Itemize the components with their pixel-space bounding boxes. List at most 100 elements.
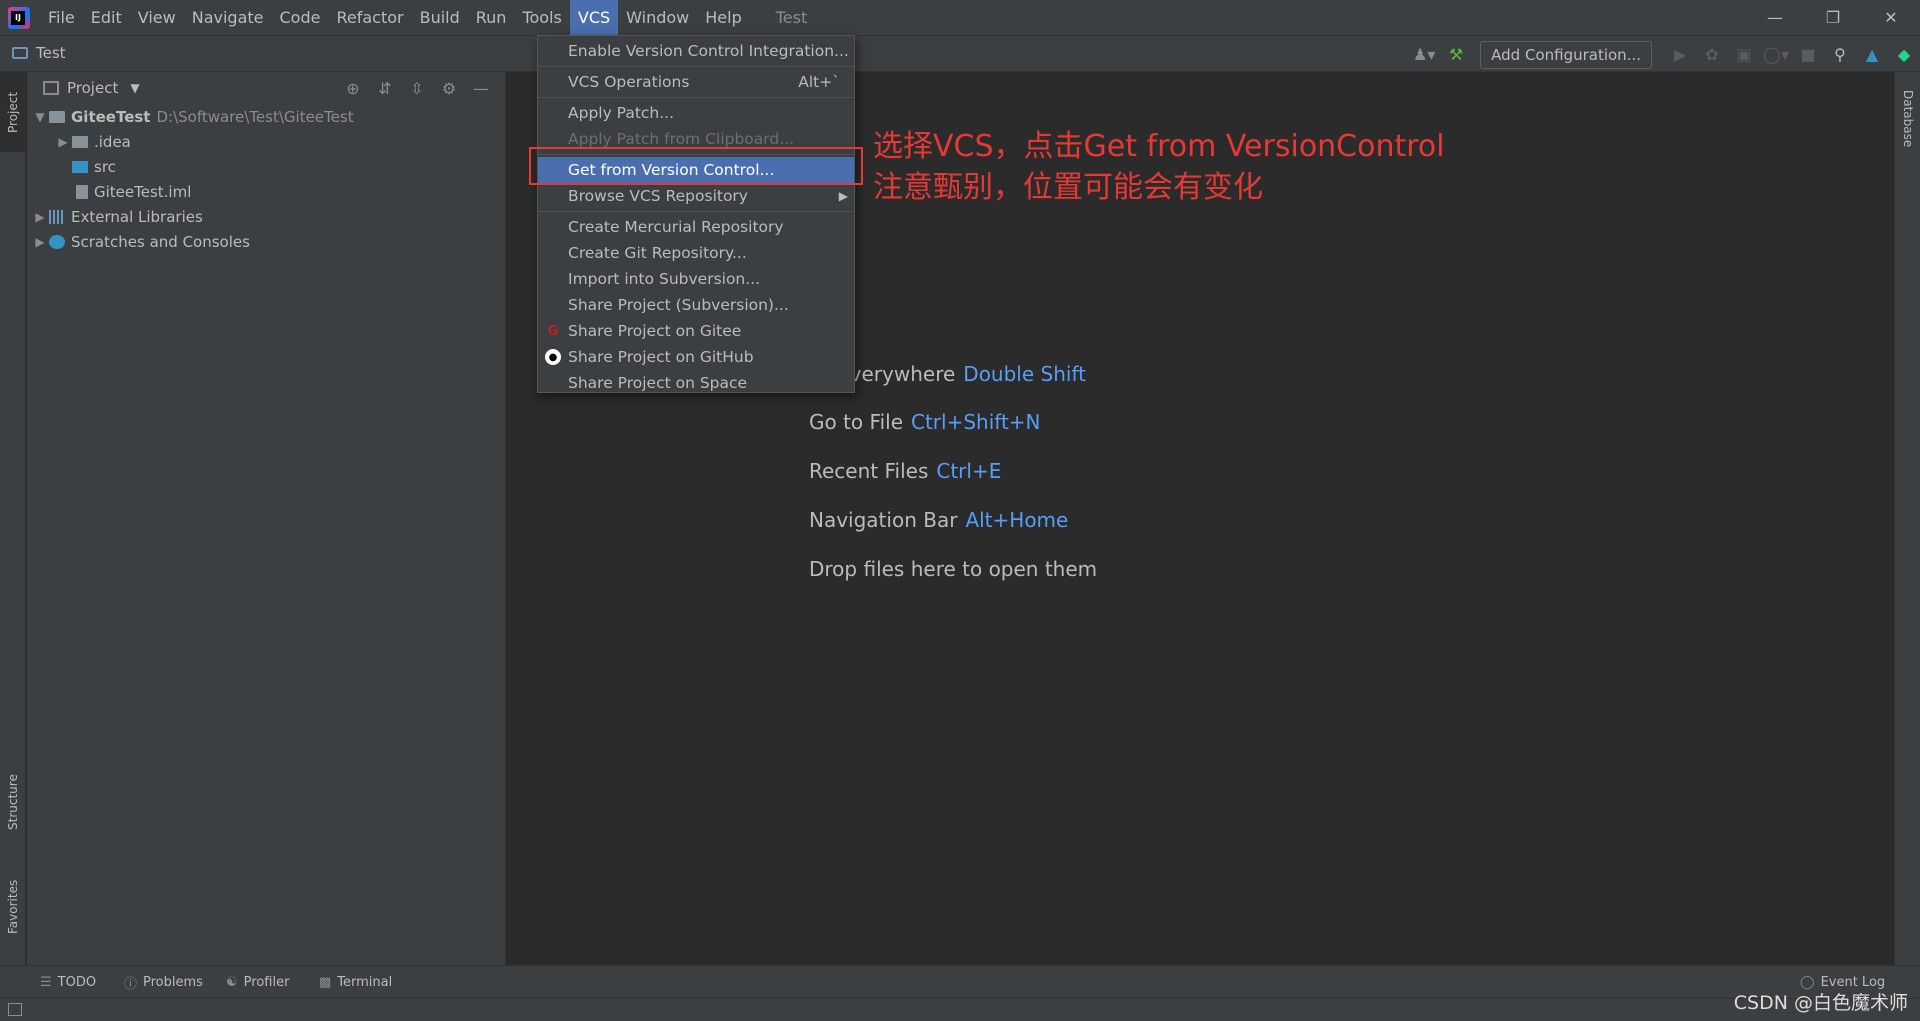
status-bar xyxy=(0,998,1920,1021)
build-hammer-icon[interactable]: ⚒ xyxy=(1440,36,1472,73)
chevron-right-icon[interactable]: ▶ xyxy=(31,235,49,249)
menu-vcs[interactable]: VCS xyxy=(569,0,619,35)
menu-refactor[interactable]: Refactor xyxy=(328,0,411,35)
menu-item-share-github[interactable]: ● Share Project on GitHub xyxy=(538,344,854,370)
menu-item-label: Enable Version Control Integration... xyxy=(568,42,849,60)
collapse-all-icon[interactable]: ⇳ xyxy=(401,79,433,98)
menu-build[interactable]: Build xyxy=(412,0,468,35)
menu-run[interactable]: Run xyxy=(468,0,515,35)
menu-item-enable-vc[interactable]: Enable Version Control Integration... xyxy=(538,38,854,64)
chevron-right-icon[interactable]: ▶ xyxy=(54,135,72,149)
menu-item-label: Create Mercurial Repository xyxy=(568,218,784,236)
menu-code[interactable]: Code xyxy=(272,0,329,35)
run-toolbar: ♟▾ ⚒ Add Configuration... ▶ ✿ ▣ ◯▾ ■ ⚲ ▲… xyxy=(1408,36,1920,73)
chevron-down-icon[interactable]: ▼ xyxy=(130,81,139,95)
chevron-right-icon[interactable]: ▶ xyxy=(31,210,49,224)
menu-item-label: Create Git Repository... xyxy=(568,244,747,262)
jetbrains-toolbox-icon[interactable]: ◆ xyxy=(1888,36,1920,73)
project-folder-icon xyxy=(12,47,28,59)
menu-edit[interactable]: Edit xyxy=(83,0,130,35)
profiler-tab[interactable]: ☯ Profiler xyxy=(226,966,289,999)
menu-item-apply-patch[interactable]: Apply Patch... xyxy=(538,100,854,126)
iml-file-icon xyxy=(76,184,88,199)
menu-file[interactable]: File xyxy=(40,0,83,35)
debug-icon[interactable]: ✿ xyxy=(1696,36,1728,73)
tree-root-name: GiteeTest xyxy=(71,107,151,126)
menu-separator xyxy=(538,66,854,67)
menu-tools[interactable]: Tools xyxy=(514,0,569,35)
menu-window[interactable]: Window xyxy=(618,0,697,35)
tree-row[interactable]: src xyxy=(27,154,505,179)
profile-icon[interactable]: ◯▾ xyxy=(1760,36,1792,73)
hint-go-to-file: Go to File Ctrl+Shift+N xyxy=(809,410,1041,434)
search-icon[interactable]: ⚲ xyxy=(1824,36,1856,73)
scratches-icon xyxy=(49,234,65,249)
todo-tab-label: TODO xyxy=(57,975,97,990)
project-panel-header: Project ▼ ⊕ ⇵ ⇳ ⚙ — xyxy=(27,72,505,104)
tree-row[interactable]: ▶ Scratches and Consoles xyxy=(27,229,505,254)
project-panel-title[interactable]: Project xyxy=(67,79,118,97)
annotation-line-1: 选择VCS，点击Get from VersionControl xyxy=(873,129,1445,164)
close-button[interactable]: ✕ xyxy=(1862,0,1920,35)
menu-help[interactable]: Help xyxy=(697,0,749,35)
menu-separator xyxy=(538,97,854,98)
chevron-down-icon[interactable]: ▼ xyxy=(31,110,49,124)
menu-item-import-svn[interactable]: Import into Subversion... xyxy=(538,266,854,292)
menu-item-create-git[interactable]: Create Git Repository... xyxy=(538,240,854,266)
hint-drop-files: Drop files here to open them xyxy=(809,557,1098,581)
menu-item-create-mercurial[interactable]: Create Mercurial Repository xyxy=(538,214,854,240)
gear-icon[interactable]: ⚙ xyxy=(433,79,465,98)
favorites-tool-tab[interactable]: Favorites xyxy=(0,862,26,952)
structure-tool-tab[interactable]: Structure xyxy=(0,762,26,842)
restore-button[interactable]: ❐ xyxy=(1804,0,1862,35)
tree-row[interactable]: GiteeTest.iml xyxy=(27,179,505,204)
tree-row[interactable]: ▶ .idea xyxy=(27,129,505,154)
highlight-box xyxy=(529,147,863,185)
locate-icon[interactable]: ⊕ xyxy=(337,79,369,98)
project-tool-tab[interactable]: Project xyxy=(0,72,26,152)
hint-recent-key: Ctrl+E xyxy=(936,459,1002,483)
menu-item-share-gitee[interactable]: G Share Project on Gitee xyxy=(538,318,854,344)
window-controls: — ❐ ✕ xyxy=(1746,0,1920,35)
hint-search-key: Double Shift xyxy=(963,362,1086,386)
terminal-tab[interactable]: ▩ Terminal xyxy=(319,966,392,999)
ide-window: File Edit View Navigate Code Refactor Bu… xyxy=(0,0,1920,1021)
menu-item-share-space[interactable]: Share Project on Space xyxy=(538,370,854,396)
run-icon[interactable]: ▶ xyxy=(1664,36,1696,73)
tree-row[interactable]: ▶ External Libraries xyxy=(27,204,505,229)
breadcrumb[interactable]: Test xyxy=(12,44,66,62)
annotation-text: 选择VCS，点击Get from VersionControl 注意甄别，位置可… xyxy=(873,126,1445,208)
menu-item-share-svn[interactable]: Share Project (Subversion)... xyxy=(538,292,854,318)
toggle-tool-windows-icon[interactable] xyxy=(8,1003,22,1016)
todo-tab[interactable]: ☰ TODO xyxy=(40,966,96,999)
menu-item-vcs-operations[interactable]: VCS Operations Alt+` xyxy=(538,69,854,95)
left-tool-stripe: Project Structure Favorites xyxy=(0,72,26,965)
menu-view[interactable]: View xyxy=(130,0,184,35)
menu-item-label: Share Project (Subversion)... xyxy=(568,296,789,314)
chevron-right-icon: ▶ xyxy=(838,189,848,203)
hide-icon[interactable]: — xyxy=(465,79,497,98)
coverage-icon[interactable]: ▣ xyxy=(1728,36,1760,73)
terminal-icon: ▩ xyxy=(319,975,332,990)
tree-row[interactable]: ▼ GiteeTest D:\Software\Test\GiteeTest xyxy=(27,104,505,129)
menu-navigate[interactable]: Navigate xyxy=(184,0,272,35)
menu-item-browse-repo[interactable]: Browse VCS Repository ▶ xyxy=(538,183,854,209)
stop-icon[interactable]: ■ xyxy=(1792,36,1824,73)
expand-all-icon[interactable]: ⇵ xyxy=(369,79,401,98)
hint-navbar-label: Navigation Bar xyxy=(809,508,958,532)
hint-goto-label: Go to File xyxy=(809,410,903,434)
tree-item-idea: .idea xyxy=(94,132,131,151)
user-icon[interactable]: ♟▾ xyxy=(1408,36,1440,73)
menu-item-label: Apply Patch... xyxy=(568,104,675,122)
menu-separator xyxy=(538,211,854,212)
update-icon[interactable]: ▲ xyxy=(1856,36,1888,73)
minimize-button[interactable]: — xyxy=(1746,0,1804,35)
menu-item-shortcut: Alt+` xyxy=(798,73,840,91)
tree-item-scratches: Scratches and Consoles xyxy=(71,232,250,251)
problems-tab[interactable]: ⓘ Problems xyxy=(124,966,203,999)
menu-item-label: Import into Subversion... xyxy=(568,270,761,288)
database-tool-tab[interactable]: Database xyxy=(1895,82,1920,162)
add-configuration-button[interactable]: Add Configuration... xyxy=(1480,40,1652,69)
menu-bar: File Edit View Navigate Code Refactor Bu… xyxy=(0,0,1920,35)
github-icon: ● xyxy=(544,348,562,366)
